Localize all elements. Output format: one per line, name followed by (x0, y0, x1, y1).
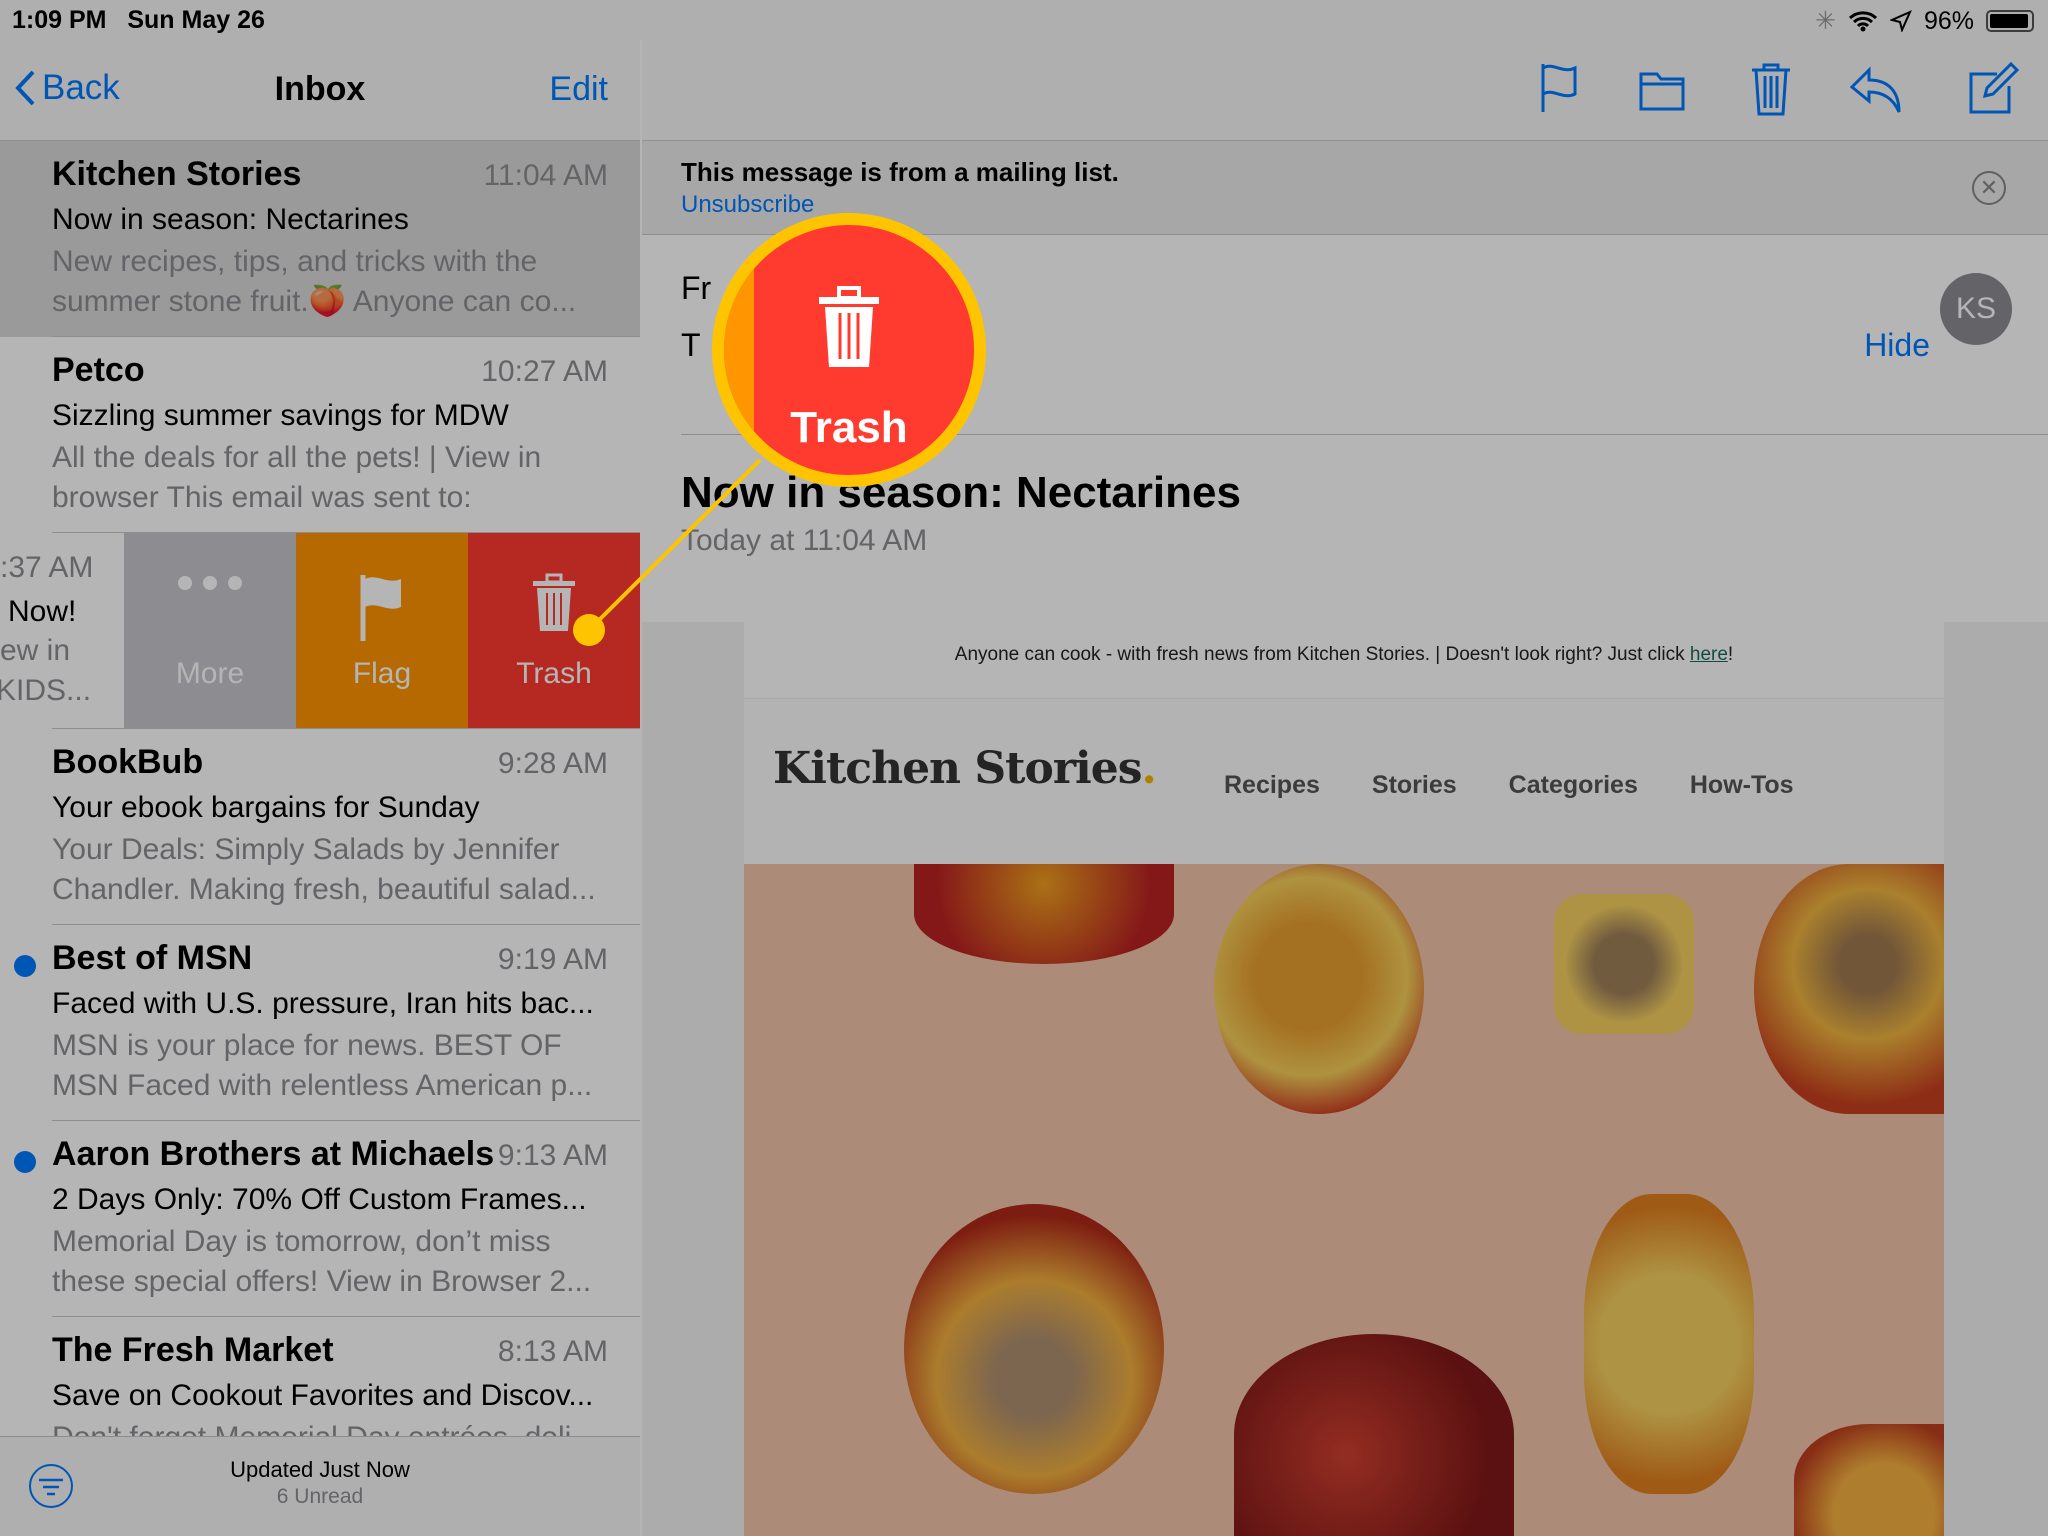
callout-dot (573, 614, 605, 646)
callout-pointer (573, 458, 762, 646)
trash-icon (724, 285, 974, 369)
callout-label: Trash (790, 403, 908, 452)
trash-callout: Trash (712, 213, 986, 487)
